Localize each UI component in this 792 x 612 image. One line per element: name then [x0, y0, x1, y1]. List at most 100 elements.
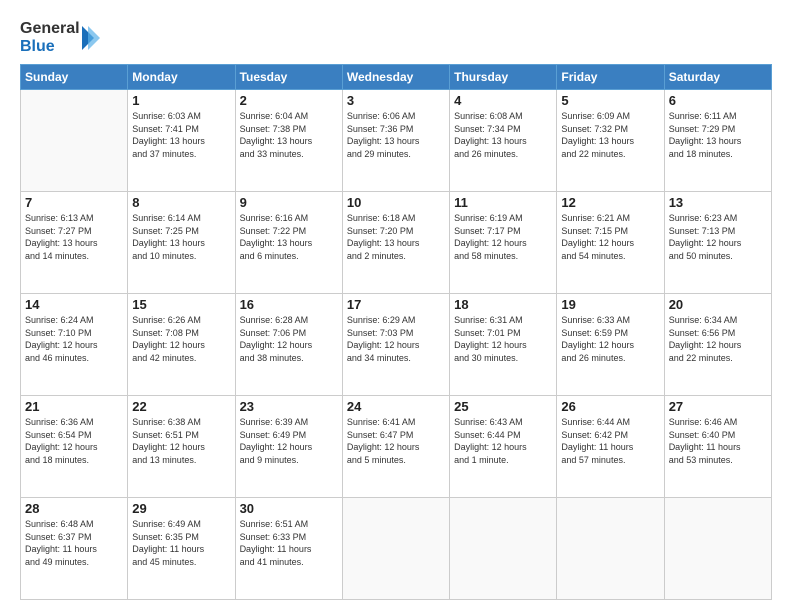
calendar-cell: 21 Sunrise: 6:36 AM Sunset: 6:54 PM Dayli… [21, 396, 128, 498]
logo-general: General [20, 20, 80, 38]
week-row-0: 1Sunrise: 6:03 AM Sunset: 7:41 PM Daylig… [21, 90, 772, 192]
day-number: 19 [561, 297, 659, 312]
header: General Blue [20, 16, 772, 56]
calendar-cell: 28 Sunrise: 6:48 AM Sunset: 6:37 PM Dayli… [21, 498, 128, 600]
day-number: 7 [25, 195, 123, 210]
calendar-cell: 13Sunrise: 6:23 AM Sunset: 7:13 PM Dayli… [664, 192, 771, 294]
day-info: Sunrise: 6:51 AM Sunset: 6:33 PM Dayligh… [240, 518, 338, 568]
calendar-cell: 1Sunrise: 6:03 AM Sunset: 7:41 PM Daylig… [128, 90, 235, 192]
day-number: 14 [25, 297, 123, 312]
logo: General Blue [20, 16, 100, 56]
day-number: 8 [132, 195, 230, 210]
day-info: Sunrise: 6:33 AM Sunset: 6:59 PM Dayligh… [561, 314, 659, 364]
day-info: Sunrise: 6:09 AM Sunset: 7:32 PM Dayligh… [561, 110, 659, 160]
day-number: 23 [240, 399, 338, 414]
logo-text-block: General Blue [20, 20, 80, 56]
day-number: 17 [347, 297, 445, 312]
calendar-cell: 16 Sunrise: 6:28 AM Sunset: 7:06 PM Dayli… [235, 294, 342, 396]
day-info: Sunrise: 6:39 AM Sunset: 6:49 PM Dayligh… [240, 416, 338, 466]
day-info: Sunrise: 6:06 AM Sunset: 7:36 PM Dayligh… [347, 110, 445, 160]
calendar-cell: 3 Sunrise: 6:06 AM Sunset: 7:36 PM Daylig… [342, 90, 449, 192]
day-number: 16 [240, 297, 338, 312]
calendar-cell [557, 498, 664, 600]
day-number: 25 [454, 399, 552, 414]
day-number: 1 [132, 93, 230, 108]
calendar-cell: 7 Sunrise: 6:13 AM Sunset: 7:27 PM Daylig… [21, 192, 128, 294]
logo-container: General Blue [20, 20, 100, 56]
day-info: Sunrise: 6:04 AM Sunset: 7:38 PM Dayligh… [240, 110, 338, 160]
day-info: Sunrise: 6:13 AM Sunset: 7:27 PM Dayligh… [25, 212, 123, 262]
day-info: Sunrise: 6:16 AM Sunset: 7:22 PM Dayligh… [240, 212, 338, 262]
day-number: 9 [240, 195, 338, 210]
calendar-cell: 30Sunrise: 6:51 AM Sunset: 6:33 PM Dayli… [235, 498, 342, 600]
calendar-cell: 18 Sunrise: 6:31 AM Sunset: 7:01 PM Dayli… [450, 294, 557, 396]
weekday-tuesday: Tuesday [235, 65, 342, 90]
calendar-cell: 29Sunrise: 6:49 AM Sunset: 6:35 PM Dayli… [128, 498, 235, 600]
day-info: Sunrise: 6:18 AM Sunset: 7:20 PM Dayligh… [347, 212, 445, 262]
weekday-wednesday: Wednesday [342, 65, 449, 90]
day-number: 2 [240, 93, 338, 108]
calendar-cell: 23 Sunrise: 6:39 AM Sunset: 6:49 PM Dayli… [235, 396, 342, 498]
page: General Blue SundayMondayTuesdayWednesda… [0, 0, 792, 612]
weekday-friday: Friday [557, 65, 664, 90]
day-info: Sunrise: 6:19 AM Sunset: 7:17 PM Dayligh… [454, 212, 552, 262]
calendar-cell: 22Sunrise: 6:38 AM Sunset: 6:51 PM Dayli… [128, 396, 235, 498]
day-info: Sunrise: 6:24 AM Sunset: 7:10 PM Dayligh… [25, 314, 123, 364]
calendar-cell: 25 Sunrise: 6:43 AM Sunset: 6:44 PM Dayli… [450, 396, 557, 498]
calendar-cell: 9 Sunrise: 6:16 AM Sunset: 7:22 PM Daylig… [235, 192, 342, 294]
day-number: 20 [669, 297, 767, 312]
calendar-cell: 17 Sunrise: 6:29 AM Sunset: 7:03 PM Dayli… [342, 294, 449, 396]
day-number: 6 [669, 93, 767, 108]
calendar-cell: 12 Sunrise: 6:21 AM Sunset: 7:15 PM Dayli… [557, 192, 664, 294]
logo-blue: Blue [20, 38, 80, 56]
calendar-cell [342, 498, 449, 600]
calendar-cell: 27 Sunrise: 6:46 AM Sunset: 6:40 PM Dayli… [664, 396, 771, 498]
day-number: 15 [132, 297, 230, 312]
day-number: 21 [25, 399, 123, 414]
week-row-2: 14 Sunrise: 6:24 AM Sunset: 7:10 PM Dayli… [21, 294, 772, 396]
day-info: Sunrise: 6:31 AM Sunset: 7:01 PM Dayligh… [454, 314, 552, 364]
calendar-cell: 20 Sunrise: 6:34 AM Sunset: 6:56 PM Dayli… [664, 294, 771, 396]
day-info: Sunrise: 6:14 AM Sunset: 7:25 PM Dayligh… [132, 212, 230, 262]
week-row-3: 21 Sunrise: 6:36 AM Sunset: 6:54 PM Dayli… [21, 396, 772, 498]
day-number: 27 [669, 399, 767, 414]
day-info: Sunrise: 6:23 AM Sunset: 7:13 PM Dayligh… [669, 212, 767, 262]
weekday-monday: Monday [128, 65, 235, 90]
day-info: Sunrise: 6:48 AM Sunset: 6:37 PM Dayligh… [25, 518, 123, 568]
calendar-table: SundayMondayTuesdayWednesdayThursdayFrid… [20, 64, 772, 600]
day-number: 28 [25, 501, 123, 516]
day-info: Sunrise: 6:26 AM Sunset: 7:08 PM Dayligh… [132, 314, 230, 364]
day-info: Sunrise: 6:21 AM Sunset: 7:15 PM Dayligh… [561, 212, 659, 262]
day-number: 18 [454, 297, 552, 312]
day-number: 4 [454, 93, 552, 108]
day-number: 3 [347, 93, 445, 108]
day-number: 12 [561, 195, 659, 210]
calendar-cell [450, 498, 557, 600]
day-info: Sunrise: 6:34 AM Sunset: 6:56 PM Dayligh… [669, 314, 767, 364]
day-number: 26 [561, 399, 659, 414]
day-number: 11 [454, 195, 552, 210]
calendar-cell: 4 Sunrise: 6:08 AM Sunset: 7:34 PM Daylig… [450, 90, 557, 192]
day-info: Sunrise: 6:28 AM Sunset: 7:06 PM Dayligh… [240, 314, 338, 364]
calendar-cell: 14 Sunrise: 6:24 AM Sunset: 7:10 PM Dayli… [21, 294, 128, 396]
calendar-cell: 11 Sunrise: 6:19 AM Sunset: 7:17 PM Dayli… [450, 192, 557, 294]
calendar-cell: 2 Sunrise: 6:04 AM Sunset: 7:38 PM Daylig… [235, 90, 342, 192]
day-number: 5 [561, 93, 659, 108]
week-row-4: 28 Sunrise: 6:48 AM Sunset: 6:37 PM Dayli… [21, 498, 772, 600]
calendar-cell: 15 Sunrise: 6:26 AM Sunset: 7:08 PM Dayli… [128, 294, 235, 396]
calendar-cell [664, 498, 771, 600]
calendar-cell: 26Sunrise: 6:44 AM Sunset: 6:42 PM Dayli… [557, 396, 664, 498]
day-info: Sunrise: 6:29 AM Sunset: 7:03 PM Dayligh… [347, 314, 445, 364]
day-info: Sunrise: 6:43 AM Sunset: 6:44 PM Dayligh… [454, 416, 552, 466]
weekday-sunday: Sunday [21, 65, 128, 90]
week-row-1: 7 Sunrise: 6:13 AM Sunset: 7:27 PM Daylig… [21, 192, 772, 294]
day-number: 29 [132, 501, 230, 516]
day-info: Sunrise: 6:36 AM Sunset: 6:54 PM Dayligh… [25, 416, 123, 466]
day-info: Sunrise: 6:46 AM Sunset: 6:40 PM Dayligh… [669, 416, 767, 466]
calendar-cell: 19 Sunrise: 6:33 AM Sunset: 6:59 PM Dayli… [557, 294, 664, 396]
day-number: 10 [347, 195, 445, 210]
day-info: Sunrise: 6:11 AM Sunset: 7:29 PM Dayligh… [669, 110, 767, 160]
day-info: Sunrise: 6:38 AM Sunset: 6:51 PM Dayligh… [132, 416, 230, 466]
day-info: Sunrise: 6:08 AM Sunset: 7:34 PM Dayligh… [454, 110, 552, 160]
calendar-cell: 5 Sunrise: 6:09 AM Sunset: 7:32 PM Daylig… [557, 90, 664, 192]
